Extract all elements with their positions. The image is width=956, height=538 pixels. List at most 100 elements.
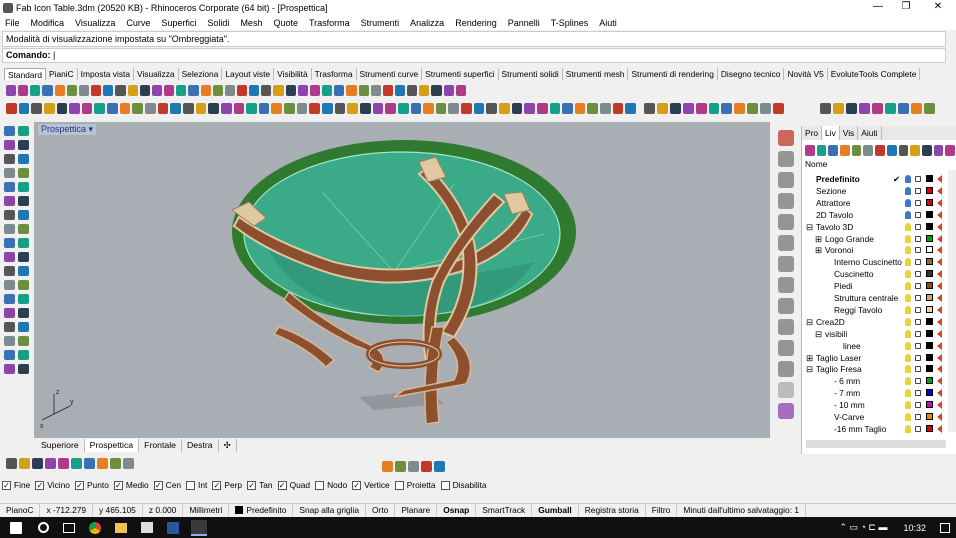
layer-color-swatch[interactable] [926,175,933,182]
checkbox-icon[interactable]: ✓ [247,480,257,490]
osnap-punto[interactable]: ✓ Punto [74,480,109,490]
tool-icon-8[interactable] [107,102,118,114]
material-icon[interactable] [937,424,942,433]
render-icon-0[interactable] [820,102,831,114]
viewport-tab-2[interactable]: Frontale [139,439,183,452]
lightbulb-icon[interactable] [905,186,911,195]
command-input[interactable]: Comando: | [2,48,946,63]
layer-row[interactable]: - 7 mm [802,387,948,399]
layer-tool-icon-9[interactable] [910,144,920,156]
layer-color-swatch[interactable] [926,198,933,206]
left-tool-icon-8[interactable] [4,182,15,192]
lightbulb-icon[interactable] [905,389,911,398]
bottom-icon-0[interactable] [6,457,17,469]
osnap-perp[interactable]: ✓ Perp [212,480,242,490]
layer-color-swatch[interactable] [926,365,933,373]
left-tool-icon-12[interactable] [4,210,15,220]
tool-icon-48[interactable] [612,102,624,114]
lightbulb-icon[interactable] [905,365,911,374]
left-tool-icon-6[interactable] [4,168,15,178]
lightbulb-icon[interactable] [905,377,911,386]
panel-tab-1[interactable]: Liv [822,126,840,140]
layer-color-swatch[interactable] [926,377,933,385]
bottom-icon-2[interactable] [32,457,43,469]
layer-color-swatch[interactable] [926,413,933,420]
tool-icon-19[interactable] [246,102,257,114]
left-tool-icon-10[interactable] [4,196,15,206]
menu-superfici[interactable]: Superfici [156,18,202,28]
left-tool-icon-7[interactable] [18,168,29,178]
tool-icon-13[interactable] [170,102,181,114]
toolbar-tab-14[interactable]: Novità V5 [784,68,828,80]
checkbox-icon[interactable] [440,480,450,490]
left-tool-icon-31[interactable] [18,336,29,346]
toolbar-tab-13[interactable]: Disegno tecnico [718,68,785,80]
lightbulb-icon[interactable] [905,329,911,338]
osnap-tan[interactable]: ✓ Tan [247,480,273,490]
std-icon-6[interactable] [78,84,90,96]
layer-color-swatch[interactable] [926,282,933,290]
tool-icon-2[interactable] [31,102,42,114]
material-icon[interactable] [937,305,942,314]
material-icon[interactable] [937,246,942,255]
tool-icon-31[interactable] [397,102,409,114]
menu-curve[interactable]: Curve [121,18,156,28]
toolbar-tab-0[interactable]: Standard [4,68,46,80]
left-tool-icon-25[interactable] [18,294,29,304]
toolbar-tab-12[interactable]: Strumenti di rendering [628,68,718,80]
toolbar-tab-3[interactable]: Visualizza [134,68,179,80]
bottom-icon-3[interactable] [45,457,56,469]
clock[interactable]: 10:32 [903,523,926,533]
left-tool-icon-9[interactable] [18,182,29,192]
layer-row[interactable]: ⊟ Taglio Fresa [802,363,948,375]
expand-toggle-icon[interactable]: ⊟ [815,328,822,340]
tool-icon-9[interactable] [119,102,131,114]
tool-icon-30[interactable] [385,102,396,114]
layout-icon-5[interactable] [708,102,720,114]
bottom-icon-5[interactable] [71,457,82,469]
layer-color-swatch[interactable] [926,270,933,278]
layout-icon-10[interactable] [773,102,784,114]
render-icon-1[interactable] [833,102,844,114]
layer-row[interactable]: Struttura centrale [802,292,948,304]
display-icon-1[interactable] [395,460,406,472]
status-item-9[interactable]: Osnap [437,504,477,517]
tool-icon-42[interactable] [536,102,548,114]
tool-icon-10[interactable] [132,102,144,114]
material-icon[interactable] [937,294,942,302]
osnap-vicino[interactable]: ✓ Vicino [35,480,70,490]
lightbulb-icon[interactable] [905,282,911,291]
material-icon[interactable] [937,222,942,231]
material-icon[interactable] [937,282,942,291]
layer-color-swatch[interactable] [926,305,933,313]
tool-icon-40[interactable] [511,102,523,114]
lightbulb-icon[interactable] [905,294,911,302]
std-icon-23[interactable] [285,84,296,96]
std-icon-20[interactable] [249,84,260,96]
layer-row[interactable]: linee [802,340,948,352]
layout-icon-8[interactable] [747,102,759,114]
std-icon-28[interactable] [346,84,357,96]
expand-toggle-icon[interactable]: ⊟ [806,221,813,233]
lightbulb-icon[interactable] [905,258,911,267]
std-icon-33[interactable] [407,84,418,96]
tool-icon-11[interactable] [145,102,156,114]
status-item-8[interactable]: Planare [395,504,438,517]
side-panel-icon-6[interactable] [778,256,794,272]
toolbar-tab-1[interactable]: PianiC [46,68,78,80]
lock-icon[interactable] [915,330,921,337]
lock-icon[interactable] [915,425,921,432]
lightbulb-icon[interactable] [905,222,911,231]
std-icon-37[interactable] [455,84,466,96]
side-panel-icon-4[interactable] [778,214,794,230]
status-item-7[interactable]: Orto [366,504,396,517]
tool-icon-26[interactable] [334,102,346,114]
layer-row[interactable]: Attrattore [802,197,948,209]
left-tool-icon-3[interactable] [18,140,29,150]
status-item-6[interactable]: Snap alla griglia [293,504,367,517]
panel-scrollbar[interactable] [948,170,956,432]
lightbulb-icon[interactable] [905,210,911,219]
std-icon-32[interactable] [395,84,406,96]
osnap-medio[interactable]: ✓ Medio [113,480,149,490]
tool-icon-16[interactable] [208,102,219,114]
